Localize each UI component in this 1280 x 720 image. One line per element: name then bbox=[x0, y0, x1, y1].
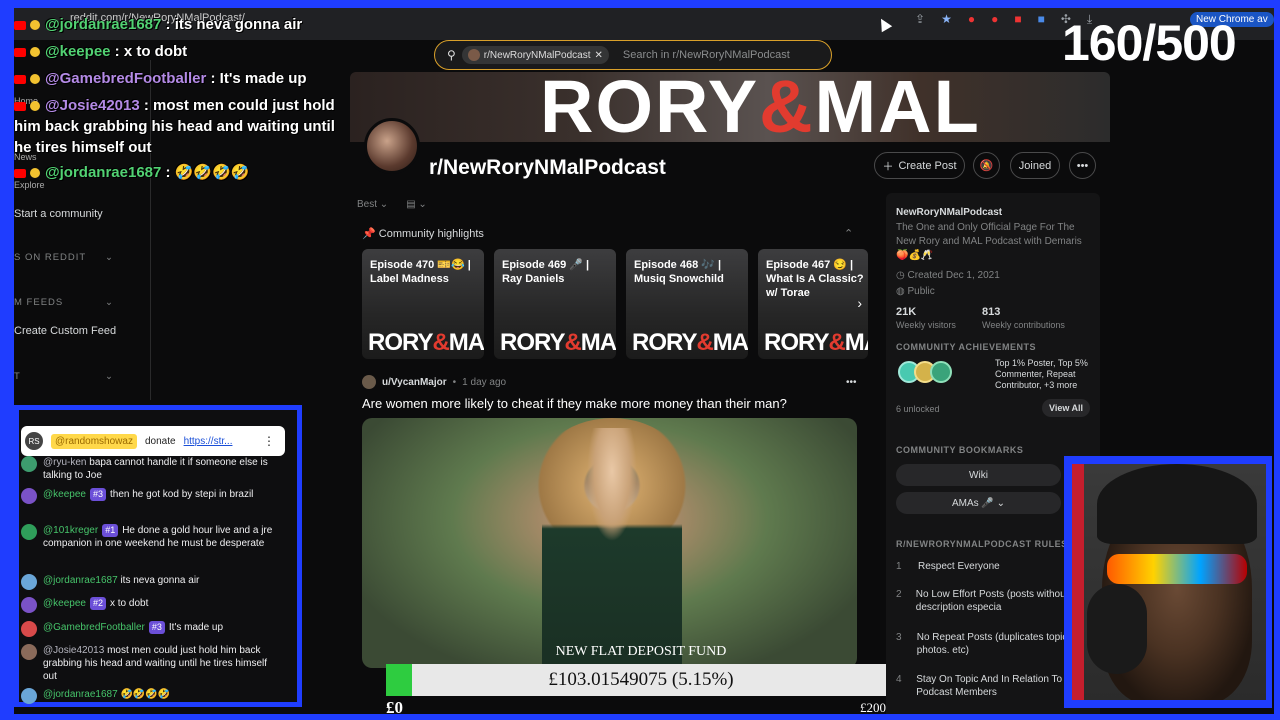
stream-border bbox=[0, 0, 1280, 720]
